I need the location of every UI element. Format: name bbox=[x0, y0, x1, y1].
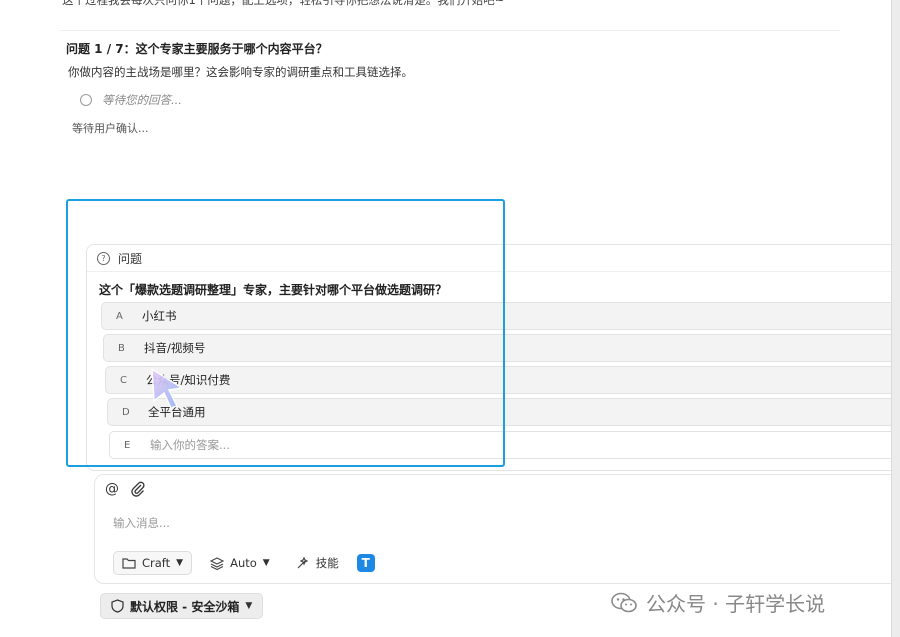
option-letter: D bbox=[122, 406, 130, 418]
mode-selector[interactable]: Craft ▼ bbox=[113, 551, 193, 575]
folder-icon bbox=[122, 558, 136, 569]
option-letter: A bbox=[116, 310, 123, 322]
layers-icon bbox=[210, 556, 225, 570]
option-b[interactable]: B 抖音/视频号 bbox=[103, 334, 900, 362]
shield-icon bbox=[111, 599, 124, 613]
option-a[interactable]: A 小红书 bbox=[101, 302, 900, 330]
composer-actions: @ bbox=[105, 481, 145, 497]
loading-spinner-icon bbox=[80, 94, 92, 106]
model-selector[interactable]: Auto ▼ bbox=[202, 552, 278, 574]
card-question-text: 这个「爆款选题调研整理」专家，主要针对哪个平台做选题调研？ bbox=[99, 283, 448, 297]
option-d[interactable]: D 全平台通用 bbox=[107, 398, 900, 426]
question-card: ? 问题 这个「爆款选题调研整理」专家，主要针对哪个平台做选题调研？ A 小红书… bbox=[86, 244, 900, 471]
permission-label: 默认权限 - 安全沙箱 bbox=[130, 599, 240, 614]
custom-answer-placeholder: 输入你的答案... bbox=[150, 438, 230, 452]
intro-text: 这个过程我会每次只问你1个问题，配上选项，轻松引导你把想法说清楚。我们开始吧~ bbox=[62, 0, 505, 7]
brand-badge-icon[interactable]: T bbox=[356, 554, 375, 572]
message-input[interactable] bbox=[111, 515, 875, 531]
question-title: 问题 1 / 7：这个专家主要服务于哪个内容平台？ bbox=[66, 42, 328, 56]
mode-label: Craft bbox=[142, 556, 171, 570]
question-circle-icon: ? bbox=[97, 251, 110, 265]
at-icon[interactable]: @ bbox=[105, 481, 119, 497]
option-e-custom-input[interactable]: E 输入你的答案... bbox=[109, 431, 900, 459]
wand-icon bbox=[297, 556, 309, 569]
option-letter: B bbox=[118, 342, 125, 354]
paperclip-icon[interactable] bbox=[131, 481, 145, 497]
waiting-answer-row: 等待您的回答... bbox=[80, 92, 182, 108]
chevron-down-icon: ▼ bbox=[262, 558, 270, 568]
composer-toolbar: Craft ▼ Auto ▼ 技能 T bbox=[113, 551, 375, 575]
waiting-answer-text: 等待您的回答... bbox=[102, 93, 182, 107]
question-description: 你做内容的主战场是哪里？这会影响专家的调研重点和工具链选择。 bbox=[68, 65, 413, 79]
option-label: 全平台通用 bbox=[148, 405, 206, 419]
divider bbox=[60, 30, 840, 31]
skills-label: 技能 bbox=[315, 556, 339, 570]
chevron-down-icon: ▼ bbox=[176, 558, 184, 568]
option-label: 公众号/知识付费 bbox=[146, 373, 231, 387]
chevron-down-icon: ▼ bbox=[245, 601, 253, 611]
option-label: 小红书 bbox=[142, 309, 177, 323]
permission-selector[interactable]: 默认权限 - 安全沙箱 ▼ bbox=[100, 593, 264, 619]
watermark: 公众号 · 子轩学长说 bbox=[610, 588, 825, 617]
wechat-icon bbox=[611, 592, 637, 612]
model-label: Auto bbox=[230, 556, 257, 570]
option-letter: E bbox=[124, 439, 131, 451]
question-card-header: ? 问题 bbox=[87, 245, 900, 272]
option-letter: C bbox=[120, 374, 127, 386]
watermark-text: 公众号 · 子轩学长说 bbox=[646, 592, 826, 616]
question-card-title: 问题 bbox=[118, 251, 143, 266]
waiting-confirm-text: 等待用户确认... bbox=[72, 122, 149, 135]
skills-button[interactable]: 技能 bbox=[288, 552, 347, 574]
side-panel-edge bbox=[891, 0, 900, 637]
option-label: 抖音/视频号 bbox=[144, 341, 206, 355]
chat-page: 这个过程我会每次只问你1个问题，配上选项，轻松引导你把想法说清楚。我们开始吧~ … bbox=[0, 0, 900, 637]
option-c[interactable]: C 公众号/知识付费 bbox=[105, 366, 900, 394]
message-composer: @ Craft ▼ Auto ▼ bbox=[94, 474, 900, 584]
